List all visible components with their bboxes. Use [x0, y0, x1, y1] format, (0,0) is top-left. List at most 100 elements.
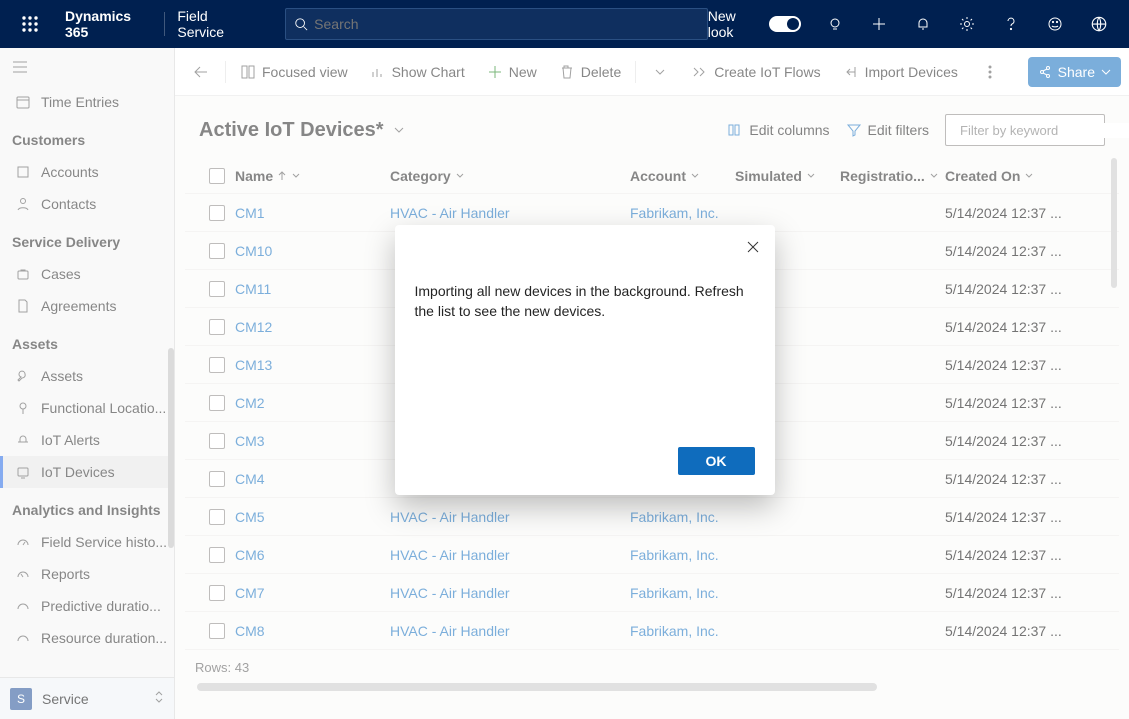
select-all-checkbox[interactable]: [209, 168, 225, 184]
cell-category[interactable]: HVAC - Air Handler: [390, 509, 510, 525]
row-checkbox[interactable]: [209, 395, 225, 411]
column-header-category[interactable]: Category: [390, 168, 630, 184]
column-header-account[interactable]: Account: [630, 168, 735, 184]
plus-icon: [487, 64, 503, 80]
row-checkbox[interactable]: [209, 281, 225, 297]
nav-assets[interactable]: Assets: [0, 360, 174, 392]
filter-keyword-box[interactable]: [945, 114, 1105, 146]
add-button[interactable]: [857, 0, 901, 48]
grid-vertical-scrollbar[interactable]: [1111, 158, 1117, 288]
nav-reports[interactable]: Reports: [0, 558, 174, 590]
btn-label: Show Chart: [392, 64, 465, 80]
new-look-toggle[interactable]: New look: [708, 8, 801, 40]
brand-label[interactable]: Dynamics 365: [53, 8, 164, 40]
nav-iot-alerts[interactable]: IoT Alerts: [0, 424, 174, 456]
nav-functional-locations[interactable]: Functional Locatio...: [0, 392, 174, 424]
notifications-button[interactable]: [901, 0, 945, 48]
global-search[interactable]: [285, 8, 708, 40]
cell-created: 5/14/2024 12:37 ...: [945, 205, 1062, 221]
nav-accounts[interactable]: Accounts: [0, 156, 174, 188]
cell-account[interactable]: Fabrikam, Inc.: [630, 509, 719, 525]
dialog-ok-button[interactable]: OK: [678, 447, 755, 475]
trash-icon: [559, 64, 575, 80]
cell-name[interactable]: CM4: [235, 471, 265, 487]
nav-cases[interactable]: Cases: [0, 258, 174, 290]
light-bulb-icon: [827, 16, 843, 32]
row-checkbox[interactable]: [209, 243, 225, 259]
sidebar-scrollbar[interactable]: [168, 348, 174, 648]
cell-name[interactable]: CM10: [235, 243, 272, 259]
settings-button[interactable]: [945, 0, 989, 48]
search-input[interactable]: [314, 16, 699, 32]
row-checkbox[interactable]: [209, 205, 225, 221]
table-row[interactable]: CM7HVAC - Air HandlerFabrikam, Inc.5/14/…: [185, 574, 1119, 612]
chevron-down-icon[interactable]: [392, 123, 406, 137]
row-checkbox[interactable]: [209, 471, 225, 487]
import-devices-button[interactable]: Import Devices: [835, 54, 966, 90]
cell-category[interactable]: HVAC - Air Handler: [390, 547, 510, 563]
edit-filters-button[interactable]: Edit filters: [846, 122, 929, 138]
link-label: Edit columns: [749, 122, 829, 138]
cell-name[interactable]: CM12: [235, 319, 272, 335]
app-name-label[interactable]: Field Service: [165, 8, 265, 40]
delete-button[interactable]: Delete: [551, 54, 629, 90]
nav-resource-duration[interactable]: Resource duration...: [0, 622, 174, 654]
cell-name[interactable]: CM5: [235, 509, 265, 525]
help-button[interactable]: [989, 0, 1033, 48]
column-header-registration[interactable]: Registratio...: [840, 168, 945, 184]
cell-account[interactable]: Fabrikam, Inc.: [630, 205, 719, 221]
cell-name[interactable]: CM6: [235, 547, 265, 563]
table-row[interactable]: CM8HVAC - Air HandlerFabrikam, Inc.5/14/…: [185, 612, 1119, 650]
nav-iot-devices[interactable]: IoT Devices: [0, 456, 174, 488]
cell-account[interactable]: Fabrikam, Inc.: [630, 547, 719, 563]
show-chart-button[interactable]: Show Chart: [362, 54, 473, 90]
nav-fs-historical[interactable]: Field Service histo...: [0, 526, 174, 558]
cell-name[interactable]: CM3: [235, 433, 265, 449]
cell-category[interactable]: HVAC - Air Handler: [390, 623, 510, 639]
row-checkbox[interactable]: [209, 509, 225, 525]
sidebar-collapse-button[interactable]: [0, 48, 174, 86]
focused-view-button[interactable]: Focused view: [232, 54, 356, 90]
back-button[interactable]: [183, 54, 219, 90]
cell-account[interactable]: Fabrikam, Inc.: [630, 585, 719, 601]
dialog-close-button[interactable]: [745, 239, 761, 258]
grid-horizontal-scrollbar[interactable]: [197, 683, 877, 691]
cell-name[interactable]: CM1: [235, 205, 265, 221]
column-header-created-on[interactable]: Created On: [945, 168, 1065, 184]
filter-keyword-input[interactable]: [960, 123, 1129, 138]
nav-agreements[interactable]: Agreements: [0, 290, 174, 322]
nav-time-entries[interactable]: Time Entries: [0, 86, 174, 118]
cell-name[interactable]: CM11: [235, 281, 271, 297]
nav-contacts[interactable]: Contacts: [0, 188, 174, 220]
delete-dropdown-button[interactable]: [642, 54, 678, 90]
table-row[interactable]: CM6HVAC - Air HandlerFabrikam, Inc.5/14/…: [185, 536, 1119, 574]
column-header-simulated[interactable]: Simulated: [735, 168, 840, 184]
row-checkbox[interactable]: [209, 547, 225, 563]
table-row[interactable]: CM5HVAC - Air HandlerFabrikam, Inc.5/14/…: [185, 498, 1119, 536]
overflow-button[interactable]: [972, 54, 1008, 90]
view-title[interactable]: Active IoT Devices*: [199, 119, 384, 142]
cell-name[interactable]: CM13: [235, 357, 272, 373]
account-button[interactable]: [1077, 0, 1121, 48]
area-picker-button[interactable]: S Service: [0, 677, 174, 719]
row-checkbox[interactable]: [209, 623, 225, 639]
row-checkbox[interactable]: [209, 585, 225, 601]
row-checkbox[interactable]: [209, 319, 225, 335]
column-header-name[interactable]: Name: [235, 168, 390, 184]
cell-name[interactable]: CM8: [235, 623, 265, 639]
cell-category[interactable]: HVAC - Air Handler: [390, 585, 510, 601]
light-bulb-button[interactable]: [813, 0, 857, 48]
create-iot-flows-button[interactable]: Create IoT Flows: [684, 54, 828, 90]
new-button[interactable]: New: [479, 54, 545, 90]
cell-name[interactable]: CM7: [235, 585, 265, 601]
cell-account[interactable]: Fabrikam, Inc.: [630, 623, 719, 639]
share-button[interactable]: Share: [1028, 57, 1121, 87]
row-checkbox[interactable]: [209, 433, 225, 449]
row-checkbox[interactable]: [209, 357, 225, 373]
nav-predictive-duration[interactable]: Predictive duratio...: [0, 590, 174, 622]
feedback-button[interactable]: [1033, 0, 1077, 48]
cell-name[interactable]: CM2: [235, 395, 265, 411]
app-launcher-button[interactable]: [8, 16, 53, 32]
cell-category[interactable]: HVAC - Air Handler: [390, 205, 510, 221]
edit-columns-button[interactable]: Edit columns: [727, 122, 829, 138]
